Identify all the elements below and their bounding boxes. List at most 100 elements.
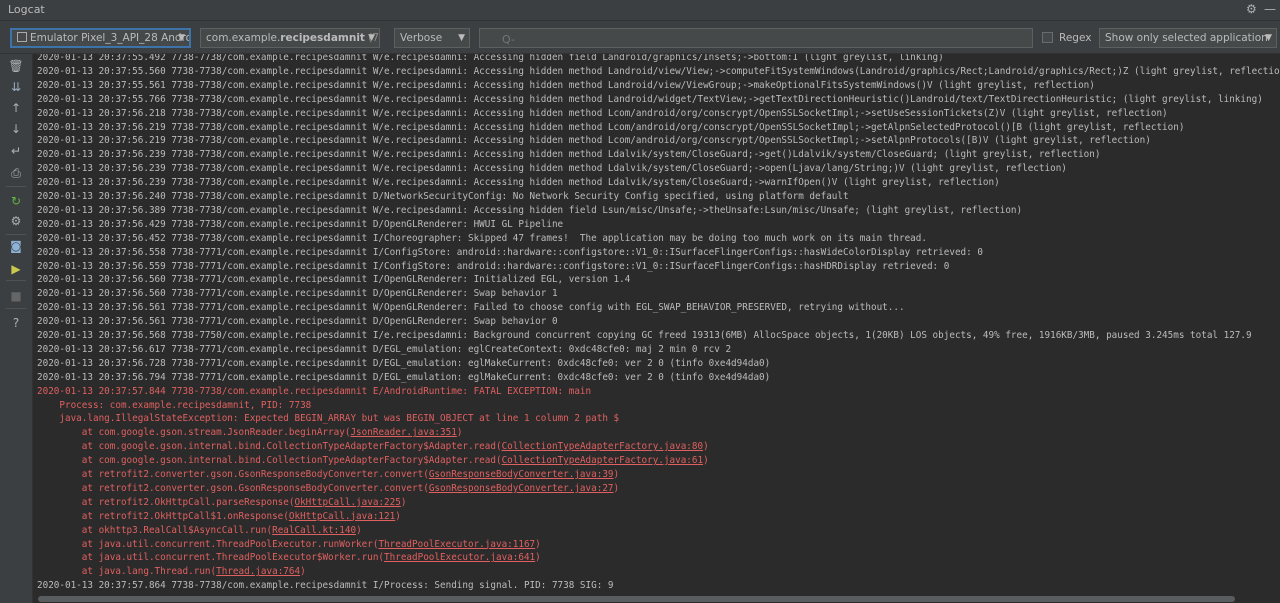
stack-trace-link[interactable]: GsonResponseBodyConverter.java:27 bbox=[429, 483, 614, 494]
log-line-text: 2020-01-13 20:37:56.561 7738-7771/com.ex… bbox=[37, 316, 558, 328]
process-selector[interactable]: com.example.recipesdamnit (7738) ▼ bbox=[200, 28, 380, 48]
stack-trace-link[interactable]: OkHttpCall.java:225 bbox=[294, 497, 400, 508]
log-line-text: 2020-01-13 20:37:56.429 7738-7738/com.ex… bbox=[37, 218, 564, 230]
log-line-text: at retrofit2.OkHttpCall.parseResponse( bbox=[37, 496, 295, 508]
log-line-text: at com.google.gson.stream.JsonReader.beg… bbox=[37, 427, 351, 439]
regex-label: Regex bbox=[1059, 32, 1092, 44]
log-line: 2020-01-13 20:37:55.492 7738-7738/com.ex… bbox=[37, 54, 944, 65]
chevron-down-icon: ▼ bbox=[458, 33, 465, 43]
log-line-text: at java.util.concurrent.ThreadPoolExecut… bbox=[37, 538, 379, 550]
device-selector[interactable]: Emulator Pixel_3_API_28 Android ▼ bbox=[10, 28, 191, 48]
chevron-down-icon: ▼ bbox=[1265, 33, 1272, 43]
device-icon bbox=[17, 32, 27, 42]
screenshot-icon[interactable]: ◙ bbox=[0, 237, 32, 255]
log-line: at retrofit2.converter.gson.GsonResponse… bbox=[37, 468, 619, 482]
up-arrow-icon[interactable]: ↑ bbox=[0, 99, 32, 117]
scroll-to-end-icon[interactable]: ⇊ bbox=[0, 78, 32, 96]
settings-icon[interactable]: ⚙ bbox=[0, 212, 32, 230]
print-icon[interactable]: ⎙ bbox=[0, 164, 32, 182]
log-line: 2020-01-13 20:37:57.864 7738-7738/com.ex… bbox=[37, 579, 614, 593]
log-line: 2020-01-13 20:37:56.218 7738-7738/com.ex… bbox=[37, 107, 1168, 121]
logcat-title-bar: Logcat ⚙ — bbox=[0, 0, 1280, 21]
window-title: Logcat bbox=[8, 3, 45, 16]
stack-trace-link[interactable]: RealCall.kt:140 bbox=[272, 525, 356, 536]
process-prefix: com.example. bbox=[206, 32, 281, 44]
regex-checkbox[interactable] bbox=[1042, 32, 1053, 43]
device-selector-label: Emulator Pixel_3_API_28 Android bbox=[30, 32, 191, 44]
log-line: at java.util.concurrent.ThreadPoolExecut… bbox=[37, 538, 541, 552]
down-arrow-icon[interactable]: ↓ bbox=[0, 120, 32, 138]
trash-icon[interactable]: 🗑 bbox=[0, 57, 32, 75]
gear-icon[interactable]: ⚙ bbox=[1246, 2, 1257, 16]
log-line-text: 2020-01-13 20:37:55.561 7738-7738/com.ex… bbox=[37, 79, 1095, 91]
logcat-sidebar: 🗑 ⇊ ↑ ↓ ↵ ⎙ ↻ ⚙ ◙ ▶ ■ ? bbox=[0, 54, 33, 603]
log-line: 2020-01-13 20:37:56.452 7738-7738/com.ex… bbox=[37, 232, 927, 246]
log-search[interactable] bbox=[479, 28, 1033, 48]
log-line-text: 2020-01-13 20:37:55.560 7738-7738/com.ex… bbox=[37, 65, 1280, 77]
stack-trace-link[interactable]: CollectionTypeAdapterFactory.java:61 bbox=[502, 455, 704, 466]
log-line: at java.util.concurrent.ThreadPoolExecut… bbox=[37, 551, 541, 565]
log-line: at com.google.gson.internal.bind.Collect… bbox=[37, 454, 709, 468]
search-input[interactable] bbox=[500, 30, 1024, 48]
log-line: at java.lang.Thread.run(Thread.java:764) bbox=[37, 565, 306, 579]
stack-trace-link[interactable]: ThreadPoolExecutor.java:641 bbox=[384, 552, 535, 563]
help-icon[interactable]: ? bbox=[0, 314, 32, 332]
log-output[interactable]: 2020-01-13 20:37:55.492 7738-7738/com.ex… bbox=[33, 54, 1280, 594]
stop-icon[interactable]: ■ bbox=[0, 287, 32, 305]
log-line: 2020-01-13 20:37:55.560 7738-7738/com.ex… bbox=[37, 65, 1280, 79]
log-line-text: 2020-01-13 20:37:56.389 7738-7738/com.ex… bbox=[37, 204, 1023, 216]
stack-trace-link[interactable]: Thread.java:764 bbox=[216, 566, 300, 577]
log-line-text: Process: com.example.recipesdamnit, PID:… bbox=[37, 399, 312, 411]
log-line-text: 2020-01-13 20:37:56.218 7738-7738/com.ex… bbox=[37, 107, 1168, 119]
log-line: at retrofit2.OkHttpCall.parseResponse(Ok… bbox=[37, 496, 407, 510]
log-line: 2020-01-13 20:37:55.561 7738-7738/com.ex… bbox=[37, 79, 1095, 93]
stack-trace-link[interactable]: GsonResponseBodyConverter.java:39 bbox=[429, 469, 614, 480]
log-line: 2020-01-13 20:37:57.844 7738-7738/com.ex… bbox=[37, 385, 591, 399]
log-line-suffix: ) bbox=[703, 441, 709, 453]
process-name: recipesdamnit bbox=[280, 32, 365, 44]
horizontal-scrollbar[interactable] bbox=[38, 596, 1235, 602]
log-line-suffix: ) bbox=[535, 538, 541, 550]
filter-selector[interactable]: Show only selected application ▼ bbox=[1099, 28, 1277, 48]
chevron-down-icon: ▼ bbox=[178, 33, 185, 43]
screen-record-icon[interactable]: ▶ bbox=[0, 260, 32, 278]
log-line-text: 2020-01-13 20:37:56.452 7738-7738/com.ex… bbox=[37, 232, 927, 244]
minimize-icon[interactable]: — bbox=[1264, 2, 1276, 16]
regex-option[interactable]: Regex bbox=[1042, 32, 1091, 44]
log-line-text: at retrofit2.OkHttpCall$1.onResponse( bbox=[37, 510, 289, 522]
restart-icon[interactable]: ↻ bbox=[0, 192, 32, 210]
chevron-down-icon: ▼ bbox=[368, 33, 375, 43]
sidebar-divider bbox=[6, 234, 26, 235]
log-line: 2020-01-13 20:37:56.389 7738-7738/com.ex… bbox=[37, 204, 1022, 218]
log-line-text: 2020-01-13 20:37:56.239 7738-7738/com.ex… bbox=[37, 163, 1067, 175]
log-line: at com.google.gson.internal.bind.Collect… bbox=[37, 440, 709, 454]
sidebar-divider bbox=[6, 186, 26, 187]
log-line-suffix: ) bbox=[395, 510, 401, 522]
log-line: 2020-01-13 20:37:56.239 7738-7738/com.ex… bbox=[37, 148, 1100, 162]
log-line-text: at retrofit2.converter.gson.GsonResponse… bbox=[37, 482, 429, 494]
log-line-text: 2020-01-13 20:37:57.844 7738-7738/com.ex… bbox=[37, 385, 592, 397]
log-line-text: at java.lang.Thread.run( bbox=[37, 566, 217, 578]
log-line-text: 2020-01-13 20:37:57.864 7738-7738/com.ex… bbox=[37, 580, 614, 592]
log-line: java.lang.IllegalStateException: Expecte… bbox=[37, 412, 619, 426]
log-line-text: at okhttp3.RealCall$AsyncCall.run( bbox=[37, 524, 273, 536]
log-line-text: java.lang.IllegalStateException: Expecte… bbox=[37, 413, 620, 425]
log-line-suffix: ) bbox=[456, 427, 463, 439]
filter-label: Show only selected application bbox=[1105, 32, 1268, 44]
log-level-selector[interactable]: Verbose ▼ bbox=[394, 28, 470, 48]
stack-trace-link[interactable]: CollectionTypeAdapterFactory.java:80 bbox=[502, 441, 704, 452]
log-line-text: 2020-01-13 20:37:56.568 7738-7750/com.ex… bbox=[37, 330, 1252, 341]
log-line-suffix: ) bbox=[703, 455, 709, 467]
log-line-text: 2020-01-13 20:37:55.766 7738-7738/com.ex… bbox=[37, 93, 1263, 105]
log-line: 2020-01-13 20:37:56.239 7738-7738/com.ex… bbox=[37, 162, 1067, 176]
stack-trace-link[interactable]: OkHttpCall.java:121 bbox=[289, 511, 395, 522]
logcat-toolbar: Emulator Pixel_3_API_28 Android ▼ com.ex… bbox=[0, 21, 1280, 54]
stack-trace-link[interactable]: JsonReader.java:351 bbox=[350, 427, 456, 438]
log-line-text: at retrofit2.converter.gson.GsonResponse… bbox=[37, 469, 429, 480]
log-line-text: 2020-01-13 20:37:56.219 7738-7738/com.ex… bbox=[37, 121, 1185, 133]
stack-trace-link[interactable]: ThreadPoolExecutor.java:1167 bbox=[378, 539, 535, 550]
soft-wrap-icon[interactable]: ↵ bbox=[0, 142, 32, 160]
log-line-suffix: ) bbox=[613, 469, 620, 480]
log-line-suffix: ) bbox=[535, 552, 541, 564]
log-line: 2020-01-13 20:37:56.560 7738-7771/com.ex… bbox=[37, 273, 630, 287]
